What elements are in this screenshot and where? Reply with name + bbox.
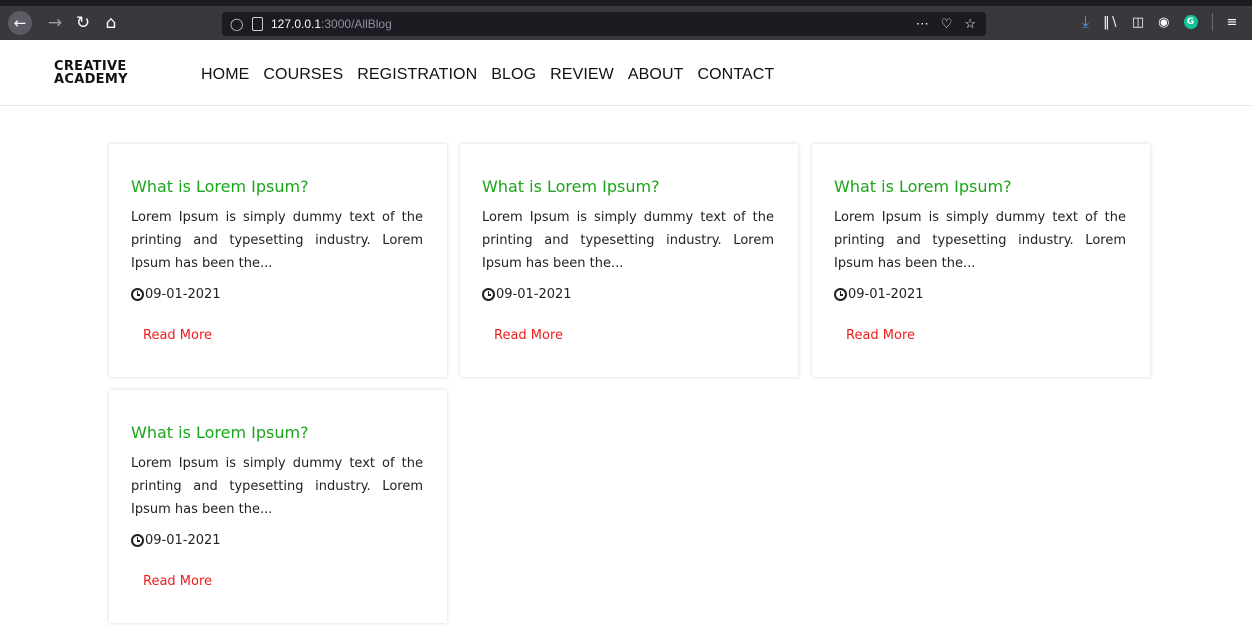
post-title: What is Lorem Ipsum?: [834, 177, 1012, 196]
account-icon[interactable]: ◉: [1158, 15, 1169, 30]
nav-contact[interactable]: CONTACT: [697, 66, 774, 84]
toolbar-divider: [1211, 13, 1213, 31]
site-header: CREATIVE ACADEMY HOME COURSES REGISTRATI…: [0, 40, 1252, 106]
tab-strip: [0, 0, 1252, 6]
post-date-row: 09-01-2021: [131, 533, 221, 548]
menu-icon[interactable]: ≡: [1227, 15, 1238, 30]
star-icon[interactable]: ☆: [964, 16, 976, 32]
more-icon[interactable]: ⋯: [916, 16, 929, 32]
post-date: 09-01-2021: [848, 287, 924, 302]
post-date: 09-01-2021: [145, 287, 221, 302]
clock-icon: [834, 288, 847, 301]
post-excerpt: Lorem Ipsum is simply dummy text of the …: [131, 210, 423, 271]
home-icon[interactable]: ⌂: [100, 12, 122, 34]
post-excerpt: Lorem Ipsum is simply dummy text of the …: [834, 210, 1126, 271]
post-title: What is Lorem Ipsum?: [131, 177, 309, 196]
main-nav: HOME COURSES REGISTRATION BLOG REVIEW AB…: [201, 66, 774, 84]
read-more-link[interactable]: Read More: [846, 328, 915, 343]
blog-card: What is Lorem Ipsum? Lorem Ipsum is simp…: [460, 144, 798, 377]
blog-card: What is Lorem Ipsum? Lorem Ipsum is simp…: [109, 390, 447, 623]
post-title: What is Lorem Ipsum?: [482, 177, 660, 196]
forward-icon[interactable]: →: [44, 12, 66, 34]
nav-blog[interactable]: BLOG: [491, 66, 536, 84]
nav-registration[interactable]: REGISTRATION: [357, 66, 477, 84]
blog-card: What is Lorem Ipsum? Lorem Ipsum is simp…: [812, 144, 1150, 377]
nav-home[interactable]: HOME: [201, 66, 249, 84]
read-more-link[interactable]: Read More: [143, 574, 212, 589]
url-host: 127.0.0.1: [271, 17, 322, 31]
post-date: 09-01-2021: [496, 287, 572, 302]
grammarly-icon[interactable]: G: [1183, 15, 1198, 29]
site-logo[interactable]: CREATIVE ACADEMY: [54, 60, 154, 86]
library-icon[interactable]: ‖∖: [1103, 15, 1118, 30]
post-excerpt: Lorem Ipsum is simply dummy text of the …: [482, 210, 774, 271]
browser-toolbar: ← → ↻ ⌂ ◯ 127.0.0.1:3000/AllBlog ⋯ ♡ ☆ ⤓…: [0, 0, 1252, 40]
address-bar[interactable]: ◯ 127.0.0.1:3000/AllBlog ⋯ ♡ ☆: [222, 12, 986, 36]
post-title: What is Lorem Ipsum?: [131, 423, 309, 442]
blog-card: What is Lorem Ipsum? Lorem Ipsum is simp…: [109, 144, 447, 377]
post-date-row: 09-01-2021: [482, 287, 572, 302]
read-more-link[interactable]: Read More: [143, 328, 212, 343]
shield-icon[interactable]: ◯: [230, 17, 243, 31]
clock-icon: [131, 534, 144, 547]
post-date: 09-01-2021: [145, 533, 221, 548]
post-date-row: 09-01-2021: [834, 287, 924, 302]
read-more-link[interactable]: Read More: [494, 328, 563, 343]
address-bar-actions: ⋯ ♡ ☆: [916, 16, 976, 32]
post-excerpt: Lorem Ipsum is simply dummy text of the …: [131, 456, 423, 517]
sidebar-icon[interactable]: ◫: [1132, 15, 1144, 30]
nav-review[interactable]: REVIEW: [550, 66, 614, 84]
page-icon[interactable]: [252, 17, 263, 31]
toolbar-actions: ⤓ ‖∖ ◫ ◉ G ≡: [1082, 12, 1237, 32]
url-path: :3000/AllBlog: [321, 17, 392, 31]
pocket-icon[interactable]: ♡: [941, 16, 953, 32]
logo-line-2: ACADEMY: [54, 72, 128, 87]
post-date-row: 09-01-2021: [131, 287, 221, 302]
nav-courses[interactable]: COURSES: [263, 66, 343, 84]
clock-icon: [482, 288, 495, 301]
clock-icon: [131, 288, 144, 301]
back-icon[interactable]: ←: [8, 11, 32, 35]
nav-about[interactable]: ABOUT: [628, 66, 684, 84]
download-icon[interactable]: ⤓: [1082, 12, 1089, 32]
reload-icon[interactable]: ↻: [72, 12, 94, 34]
